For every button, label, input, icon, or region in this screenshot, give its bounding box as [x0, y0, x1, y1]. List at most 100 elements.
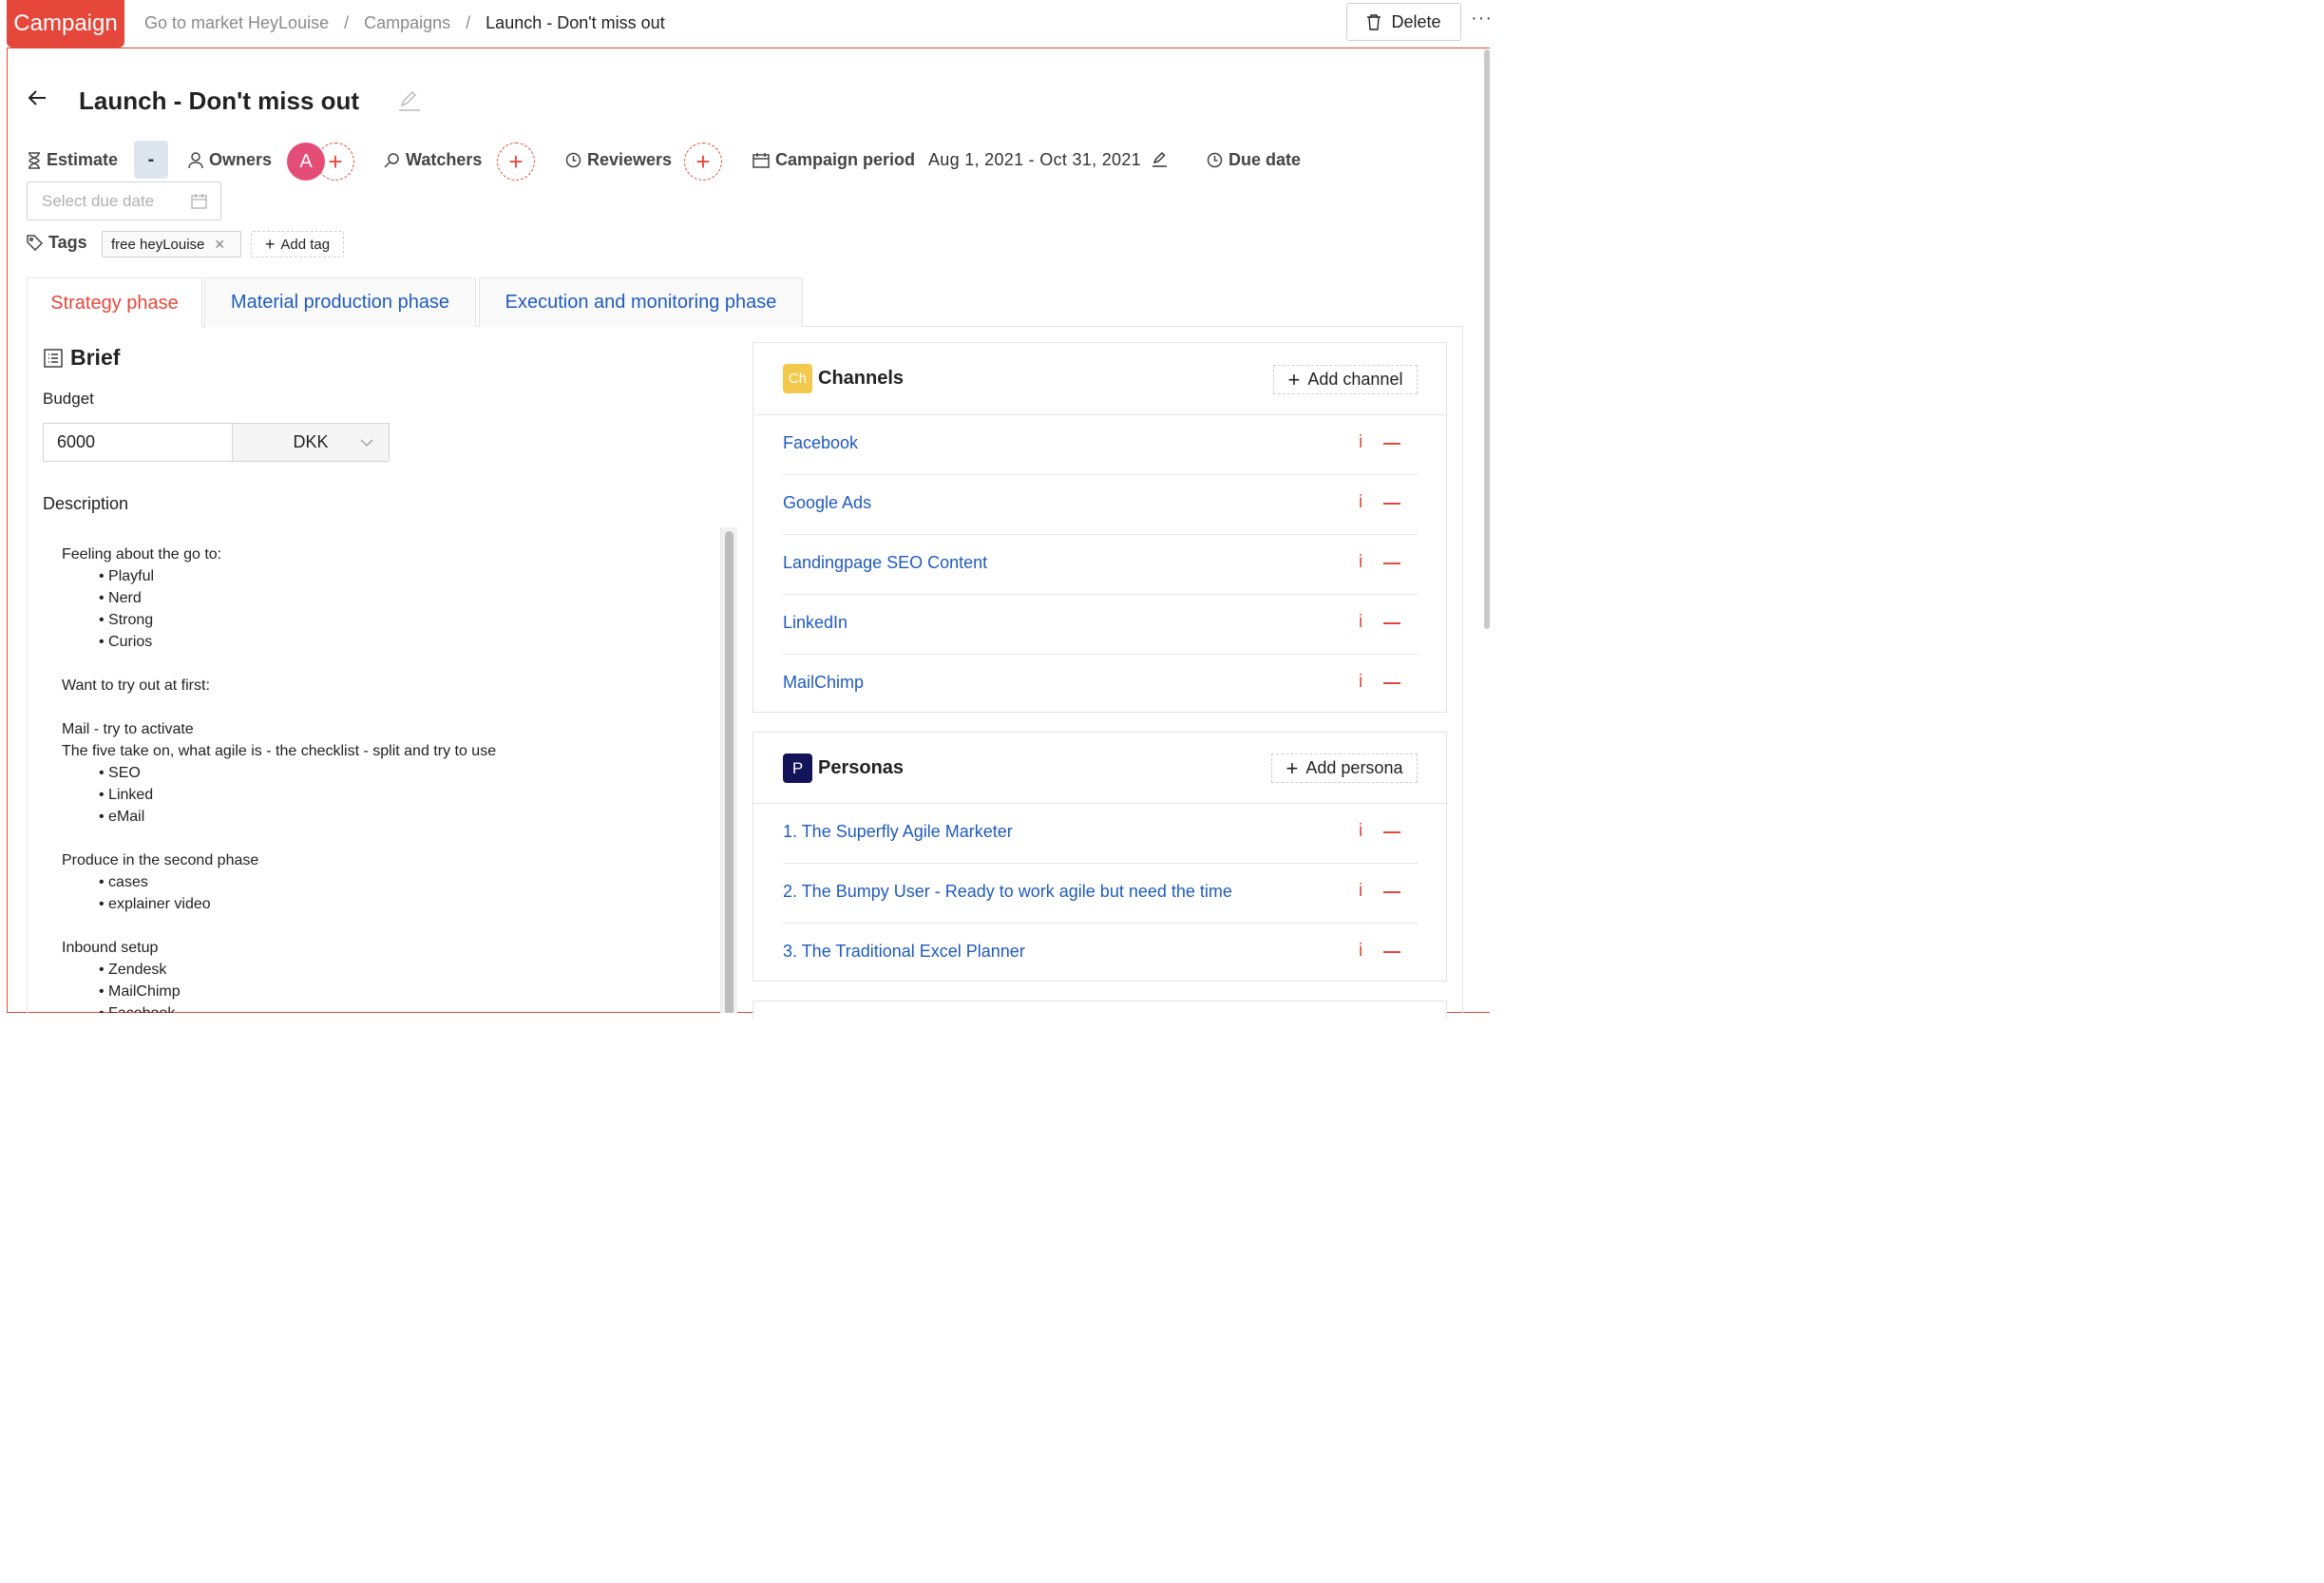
- channel-link[interactable]: Facebook: [783, 433, 858, 453]
- remove-icon[interactable]: [1383, 682, 1400, 684]
- description-editor[interactable]: Feeling about the go to: • Playful • Nerd •…: [43, 527, 738, 1013]
- info-icon[interactable]: i: [1359, 612, 1362, 633]
- description-line: Inbound setup: [62, 940, 159, 956]
- description-bullet: • Playful: [99, 568, 155, 584]
- personas-badge: P: [783, 753, 812, 783]
- remove-icon[interactable]: [1383, 563, 1400, 564]
- budget-label: Budget: [43, 390, 94, 408]
- remove-icon[interactable]: [1383, 951, 1400, 953]
- info-icon[interactable]: i: [1359, 492, 1362, 513]
- add-channel-button[interactable]: + Add channel: [1273, 365, 1418, 394]
- breadcrumb: Go to market HeyLouise / Campaigns / Lau…: [144, 13, 665, 33]
- brief-header: Brief: [44, 345, 120, 371]
- description-line: Mail - try to activate: [62, 721, 194, 737]
- edit-period-icon[interactable]: [1152, 151, 1168, 167]
- description-bullet: • cases: [99, 874, 148, 890]
- channel-link[interactable]: Landingpage SEO Content: [783, 553, 987, 573]
- persona-link[interactable]: 3. The Traditional Excel Planner: [783, 942, 1025, 962]
- plus-icon: +: [1286, 755, 1299, 780]
- description-line: The five take on, what agile is - the ch…: [62, 743, 497, 759]
- remove-tag-icon[interactable]: ✕: [214, 237, 225, 253]
- estimate-text: Estimate: [47, 150, 119, 169]
- estimate-value[interactable]: -: [134, 141, 168, 179]
- channel-link[interactable]: LinkedIn: [783, 613, 848, 633]
- more-options-button[interactable]: ···: [1471, 8, 1493, 29]
- description-bullet: • MailChimp: [99, 983, 181, 1000]
- description-line: [62, 653, 496, 675]
- watchers-label: Watchers: [384, 150, 482, 170]
- tag-icon: [27, 235, 43, 251]
- tags-label: Tags: [27, 233, 87, 253]
- edit-title-icon[interactable]: [397, 89, 420, 112]
- add-persona-label: Add persona: [1305, 758, 1403, 777]
- persona-link[interactable]: 2. The Bumpy User - Ready to work agile …: [783, 882, 1232, 902]
- description-scroll-thumb[interactable]: [725, 531, 733, 1013]
- personas-title: Personas: [818, 757, 905, 778]
- campaign-period-label: Campaign period: [752, 150, 915, 170]
- remove-icon[interactable]: [1383, 891, 1400, 893]
- tag-chip[interactable]: free heyLouise ✕: [102, 231, 241, 257]
- plus-icon: +: [264, 234, 276, 254]
- description-bullet: • Nerd: [99, 590, 142, 606]
- tab-strategy-phase[interactable]: Strategy phase: [27, 277, 202, 328]
- budget-input[interactable]: 6000: [43, 423, 233, 462]
- info-icon[interactable]: i: [1359, 552, 1362, 573]
- campaign-period-dates: Aug 1, 2021 - Oct 31, 2021: [928, 150, 1141, 169]
- personas-header: P Personas: [783, 753, 904, 783]
- info-icon[interactable]: i: [1359, 881, 1362, 902]
- watchers-text: Watchers: [406, 150, 483, 169]
- add-tag-button[interactable]: + Add tag: [251, 231, 344, 257]
- remove-icon[interactable]: [1383, 622, 1400, 624]
- info-icon[interactable]: i: [1359, 672, 1362, 693]
- add-owner-button[interactable]: +: [316, 143, 354, 181]
- info-icon[interactable]: i: [1359, 821, 1362, 842]
- campaign-period-text: Campaign period: [775, 150, 916, 169]
- due-clock-icon: [1207, 152, 1223, 168]
- persona-link[interactable]: 1. The Superfly Agile Marketer: [783, 822, 1013, 842]
- description-bullet: • Linked: [99, 787, 154, 803]
- channel-link[interactable]: MailChimp: [783, 673, 864, 693]
- persona-row: 2. The Bumpy User - Ready to work agile …: [783, 864, 1418, 924]
- channel-row: Facebook i: [783, 415, 1418, 475]
- breadcrumb-separator: /: [344, 13, 350, 32]
- hourglass-icon: [29, 151, 40, 169]
- tab-material-production-phase[interactable]: Material production phase: [204, 277, 476, 327]
- add-persona-button[interactable]: + Add persona: [1271, 753, 1418, 783]
- channel-row: Landingpage SEO Content i: [783, 535, 1418, 595]
- description-line: [62, 828, 496, 849]
- info-icon[interactable]: i: [1359, 432, 1362, 453]
- calendar-icon: [191, 194, 207, 209]
- add-reviewer-button[interactable]: +: [684, 143, 722, 181]
- delete-button[interactable]: Delete: [1346, 3, 1461, 41]
- tab-execution-monitoring-phase[interactable]: Execution and monitoring phase: [479, 277, 803, 327]
- plus-icon: +: [695, 147, 711, 176]
- back-arrow-icon[interactable]: [27, 87, 48, 108]
- due-date-label: Due date: [1207, 150, 1301, 170]
- personas-card: P Personas + Add persona 1. The Superfly…: [752, 732, 1447, 982]
- calendar-icon: [752, 153, 770, 168]
- breadcrumb-project[interactable]: Go to market HeyLouise: [144, 13, 329, 33]
- channel-link[interactable]: Google Ads: [783, 493, 871, 513]
- description-scrollbar[interactable]: [720, 527, 737, 1013]
- review-clock-icon: [565, 152, 581, 168]
- breadcrumb-campaigns[interactable]: Campaigns: [364, 13, 450, 33]
- chevron-down-icon: [360, 439, 373, 447]
- channel-row: MailChimp i: [783, 655, 1418, 715]
- description-line: [62, 696, 496, 718]
- list-icon: [44, 348, 63, 368]
- currency-select[interactable]: DKK: [232, 423, 390, 462]
- channels-title: Channels: [818, 368, 905, 389]
- remove-icon[interactable]: [1383, 831, 1400, 833]
- campaign-period-value[interactable]: Aug 1, 2021 - Oct 31, 2021: [928, 150, 1168, 170]
- add-watcher-button[interactable]: +: [497, 143, 535, 181]
- description-label: Description: [43, 494, 129, 513]
- due-date-field[interactable]: Select due date: [27, 181, 221, 220]
- persona-row: 3. The Traditional Excel Planner i: [783, 924, 1418, 983]
- remove-icon[interactable]: [1383, 443, 1400, 445]
- description-bullet: • Curios: [99, 634, 153, 650]
- trash-icon: [1367, 14, 1381, 30]
- top-bar: Campaign Go to market HeyLouise / Campai…: [0, 0, 1493, 48]
- info-icon[interactable]: i: [1359, 941, 1362, 962]
- page-scrollbar[interactable]: [1484, 49, 1490, 629]
- remove-icon[interactable]: [1383, 503, 1400, 505]
